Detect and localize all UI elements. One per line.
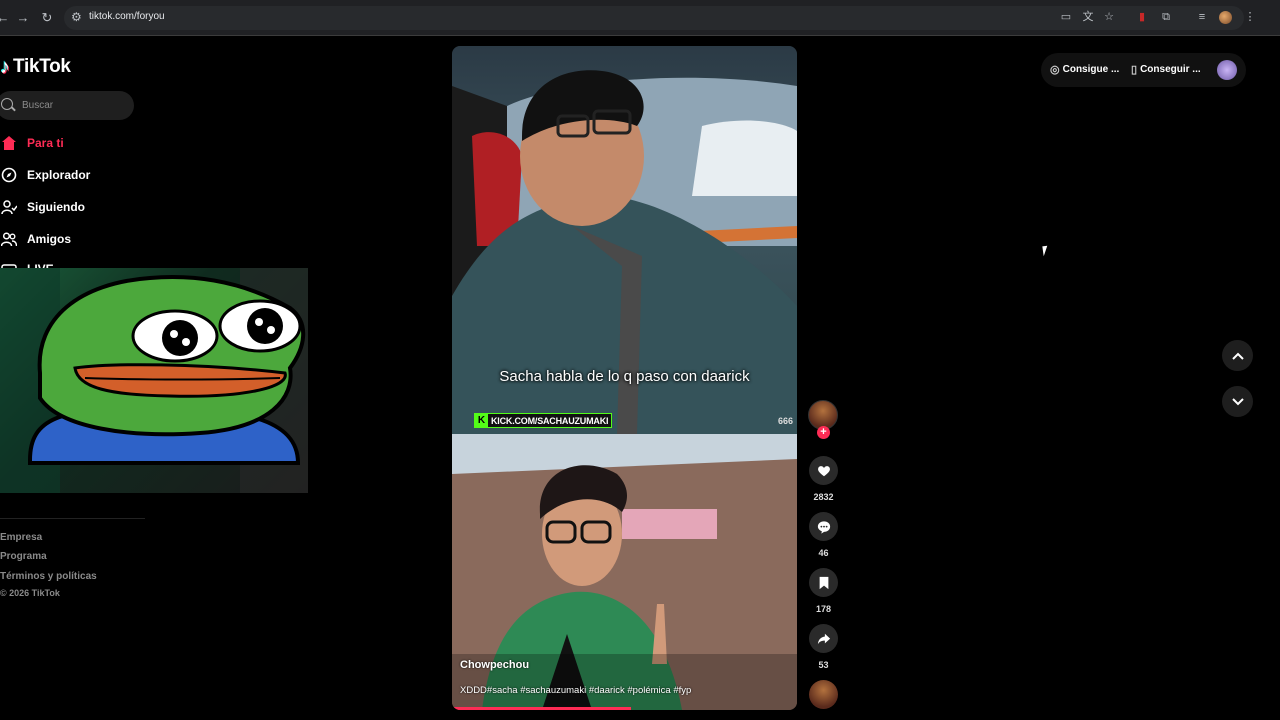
browser-profile-avatar[interactable] [1219, 11, 1232, 24]
video-player[interactable]: Sacha habla de lo q paso con daarick K K… [452, 46, 797, 710]
video-description[interactable]: XDDD#sacha #sachauzumaki #daarick #polém… [460, 685, 691, 696]
browser-toolbar: ← → ↻ ⚙ tiktok.com/foryou ▭ 文 ☆ ▮ ⧉ ≡ ⋮ [0, 0, 1280, 36]
forward-icon[interactable]: → [14, 9, 32, 27]
footer-link-program[interactable]: Programa [0, 551, 47, 562]
media-control-icon[interactable]: ≡ [1195, 10, 1209, 24]
address-url: tiktok.com/foryou [89, 11, 165, 22]
footer-link-company[interactable]: Empresa [0, 532, 42, 543]
comment-count: 46 [818, 548, 829, 558]
previous-video-button[interactable] [1222, 340, 1253, 371]
kick-watermark: K KICK.COM/SACHAUZUMAKI [474, 413, 613, 428]
get-app-label: Conseguir ... [1140, 64, 1201, 75]
share-button[interactable] [809, 624, 838, 653]
video-progress-bar[interactable] [452, 707, 632, 710]
get-coins-button[interactable]: ◎ Consigue ... [1050, 63, 1119, 76]
nav-item-for-you[interactable]: Para ti [0, 132, 64, 154]
tiktok-note-icon: ♪ [0, 55, 10, 78]
nav-item-friends[interactable]: Amigos [0, 228, 71, 250]
footer-link-terms[interactable]: Términos y políticas [0, 571, 97, 582]
nav-item-explore[interactable]: Explorador [0, 164, 90, 186]
site-settings-icon[interactable]: ⚙ [71, 10, 82, 24]
share-icon [817, 633, 830, 644]
tiktok-logo[interactable]: ♪ TikTok [0, 55, 71, 79]
get-app-button[interactable]: ▯ Conseguir ... [1131, 63, 1201, 76]
save-button[interactable] [809, 568, 838, 597]
cast-icon[interactable]: ▭ [1059, 10, 1073, 24]
sound-avatar[interactable] [809, 680, 838, 709]
save-count: 178 [815, 604, 832, 614]
bookmark-star-icon[interactable]: ☆ [1102, 10, 1116, 24]
nav-label: Amigos [27, 232, 72, 246]
search-box[interactable] [0, 91, 134, 120]
phone-icon: ▯ [1131, 64, 1138, 76]
search-input[interactable] [22, 97, 122, 114]
heart-icon [817, 465, 830, 476]
following-icon [0, 198, 18, 216]
get-coins-label: Consigue ... [1062, 64, 1120, 75]
friends-icon [0, 230, 18, 248]
bookmark-icon [819, 576, 828, 589]
kick-logo-icon: K [475, 414, 488, 427]
back-icon[interactable]: ← [0, 9, 12, 27]
next-video-button[interactable] [1222, 386, 1253, 417]
share-count: 53 [818, 660, 829, 670]
chevron-up-icon [1231, 352, 1244, 360]
compass-icon [0, 166, 18, 184]
user-avatar[interactable] [1217, 60, 1237, 80]
like-count: 2832 [813, 492, 834, 502]
streamer-overlay [0, 268, 308, 493]
top-actions-bar: ◎ Consigue ... ▯ Conseguir ... [1041, 53, 1246, 87]
overlay-counter: 666 [778, 416, 794, 426]
comment-icon [817, 520, 830, 534]
comment-button[interactable] [809, 512, 838, 541]
browser-menu-icon[interactable]: ⋮ [1243, 10, 1257, 24]
sidebar-divider [0, 518, 145, 519]
extension-icon[interactable]: ▮ [1135, 10, 1149, 24]
home-icon [0, 134, 18, 152]
mouse-cursor-icon [1042, 245, 1049, 257]
reload-icon[interactable]: ↻ [38, 9, 56, 27]
search-icon[interactable] [1, 98, 13, 110]
like-button[interactable] [809, 456, 838, 485]
chevron-down-icon [1231, 397, 1244, 405]
nav-item-following[interactable]: Siguiendo [0, 196, 85, 218]
video-caption: Sacha habla de lo q paso con daarick [499, 368, 750, 385]
pepe-frog-sticker [0, 268, 308, 493]
nav-label: Para ti [27, 136, 64, 150]
nav-label: Explorador [27, 168, 91, 182]
extensions-puzzle-icon[interactable]: ⧉ [1159, 10, 1173, 24]
translate-icon[interactable]: 文 [1081, 10, 1095, 24]
kick-handle: KICK.COM/SACHAUZUMAKI [491, 415, 609, 426]
video-author[interactable]: Chowpechou [460, 659, 529, 671]
coin-icon: ◎ [1050, 64, 1060, 76]
follow-plus-icon[interactable]: + [817, 426, 830, 439]
nav-label: Siguiendo [27, 200, 85, 214]
logo-text: TikTok [13, 56, 71, 77]
copyright: © 2026 TikTok [0, 588, 60, 598]
